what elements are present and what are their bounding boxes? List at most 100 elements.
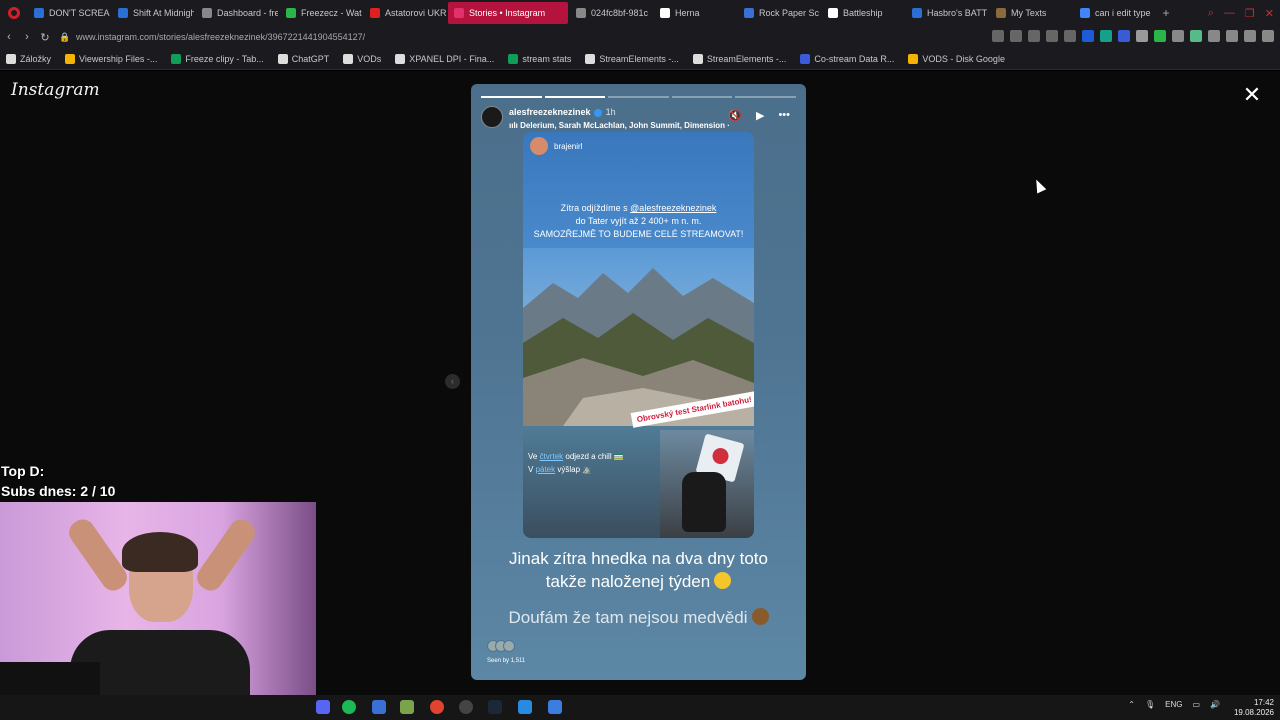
minimize-button[interactable]: — [1224,7,1235,19]
opera-menu-icon[interactable] [0,0,28,26]
seen-by-count[interactable]: Seen by 1,511 [487,658,525,664]
bookmark-item[interactable]: ChatGPT [277,53,330,64]
chrome-icon[interactable] [430,700,444,714]
snapshot-icon[interactable] [1010,30,1022,42]
browser-tab[interactable]: My Texts [990,2,1072,24]
extension-icon[interactable] [1172,30,1184,42]
spotify-icon[interactable] [342,700,356,714]
bookmark-item[interactable]: stream stats [508,53,571,64]
shield-icon[interactable] [1028,30,1040,42]
extension-icon[interactable] [1082,30,1094,42]
microphone-icon[interactable]: 🎙 [1145,700,1155,709]
url-field[interactable]: www.instagram.com/stories/alesfreezeknez… [76,32,365,42]
extension-icon[interactable] [1100,30,1112,42]
clock[interactable]: 17:42 19.08.2026 [1234,698,1274,718]
new-tab-button[interactable]: + [1158,6,1174,20]
search-tabs-icon[interactable]: ⌕ [1208,7,1214,20]
extension-icon[interactable] [1118,30,1130,42]
lock-icon[interactable]: 🔒 [58,32,72,43]
discord-icon[interactable] [316,700,330,714]
obs-icon[interactable] [459,700,473,714]
volume-icon[interactable]: 🔊 [1210,700,1220,709]
menu-icon[interactable] [1262,30,1274,42]
bookmark-item[interactable]: Viewership Files -... [65,53,158,64]
browser-tab[interactable]: Freezecz - Wat [280,2,362,24]
mute-icon[interactable]: 🔇 [728,109,742,122]
notes-icon[interactable] [548,700,562,714]
bookmark-item[interactable]: Freeze clipy - Tab... [171,53,264,64]
close-story-button[interactable]: ✕ [1240,84,1264,108]
back-button[interactable]: ‹ [0,31,18,43]
avatar[interactable] [481,106,503,128]
extension-icon[interactable] [1154,30,1166,42]
bookmark-favicon-icon [171,53,182,64]
bookmark-item[interactable]: VODS - Disk Google [908,53,1005,64]
progress-segment [481,96,542,98]
bookmark-label: ChatGPT [291,53,330,64]
bookmark-item[interactable]: VODs [343,53,382,64]
bookmark-item[interactable]: Co-stream Data R... [800,53,894,64]
puzzle-icon[interactable] [1208,30,1220,42]
bookmark-item[interactable]: Záložky [6,53,51,64]
tab-label: Astatorovi UKR [385,8,446,18]
browser-tab[interactable]: Shift At Midnigh [112,2,194,24]
streamlabs-icon[interactable] [518,700,532,714]
bookmark-page-icon[interactable] [992,30,1004,42]
bookmark-item[interactable]: StreamElements -... [692,53,786,64]
extension-icon[interactable] [1136,30,1148,42]
browser-tab[interactable]: Herna [654,2,736,24]
instagram-logo[interactable]: Instagram [11,80,100,100]
language-indicator[interactable]: ENG [1165,700,1182,709]
tab-label: My Texts [1011,8,1047,18]
mention-link[interactable]: @alesfreezeknezinek [630,203,716,213]
browser-tab[interactable]: Battleship [822,2,904,24]
caption-line: Doufám že tam nejsou medvědi [508,608,748,627]
story-username[interactable]: alesfreezeknezinek [509,107,591,117]
text-line: Zítra odjíždíme s [560,203,631,213]
maximize-button[interactable]: ❐ [1245,7,1255,20]
more-options-icon[interactable]: ••• [778,109,790,122]
play-icon[interactable] [1046,30,1058,42]
browser-tab[interactable]: Rock Paper Sc [738,2,820,24]
shared-story-user: brajenirl [530,137,582,155]
text-line: pátek [535,465,556,474]
backpack-shape [682,472,726,532]
bookmark-label: VODs [357,53,382,64]
bookmark-favicon-icon [908,53,919,64]
download-icon[interactable] [1244,30,1256,42]
reload-button[interactable]: ↻ [36,31,54,44]
bookmark-item[interactable]: XPANEL DPI - Fina... [395,53,494,64]
browser-tab[interactable]: Astatorovi UKR [364,2,446,24]
shared-story-card[interactable]: brajenirl Zítra odjíždíme s @alesfreezek… [523,132,754,538]
game-icon[interactable] [400,700,414,714]
browser-tab[interactable]: Dashboard - fre [196,2,278,24]
close-window-button[interactable]: ✕ [1265,7,1274,20]
extension-icon[interactable] [1190,30,1202,42]
browser-tab[interactable]: Stories • Instagram [448,2,568,24]
play-button[interactable]: ▶ [756,109,764,122]
bookmark-label: Viewership Files -... [79,53,158,64]
text-line: do Tater vyjít až 2 400+ m n. m. [575,216,702,226]
windows-taskbar: ⌃ 🎙 ENG ▭ 🔊 17:42 19.08.2026 [0,695,1280,720]
tab-label: Hasbro's BATT [927,8,988,18]
steam-icon[interactable] [488,700,502,714]
chevron-up-icon[interactable]: ⌃ [1128,700,1135,709]
browser-tab[interactable]: 024fc8bf-981c [570,2,652,24]
browser-tab[interactable]: can i edit type [1074,2,1156,24]
heart-icon[interactable] [1064,30,1076,42]
story-music[interactable]: ıılı Delerium, Sarah McLachlan, John Sum… [509,121,730,130]
previous-story-button[interactable]: ‹ [445,374,460,389]
browser-tab[interactable]: DON'T SCREAM [28,2,110,24]
story-viewer[interactable]: alesfreezeknezinek 1h ıılı Delerium, Sara… [471,84,806,680]
file-icon[interactable] [372,700,386,714]
story-controls: 🔇 ▶ ••• [728,109,790,122]
browser-tab[interactable]: Hasbro's BATT [906,2,988,24]
viewer-avatars[interactable] [487,640,515,652]
network-icon[interactable]: ▭ [1192,700,1200,709]
bookmark-item[interactable]: StreamElements -... [585,53,679,64]
progress-segment [544,96,606,98]
avatar [503,640,515,652]
bookmark-favicon-icon [585,53,596,64]
forward-button[interactable]: › [18,31,36,43]
profile-icon[interactable] [1226,30,1238,42]
